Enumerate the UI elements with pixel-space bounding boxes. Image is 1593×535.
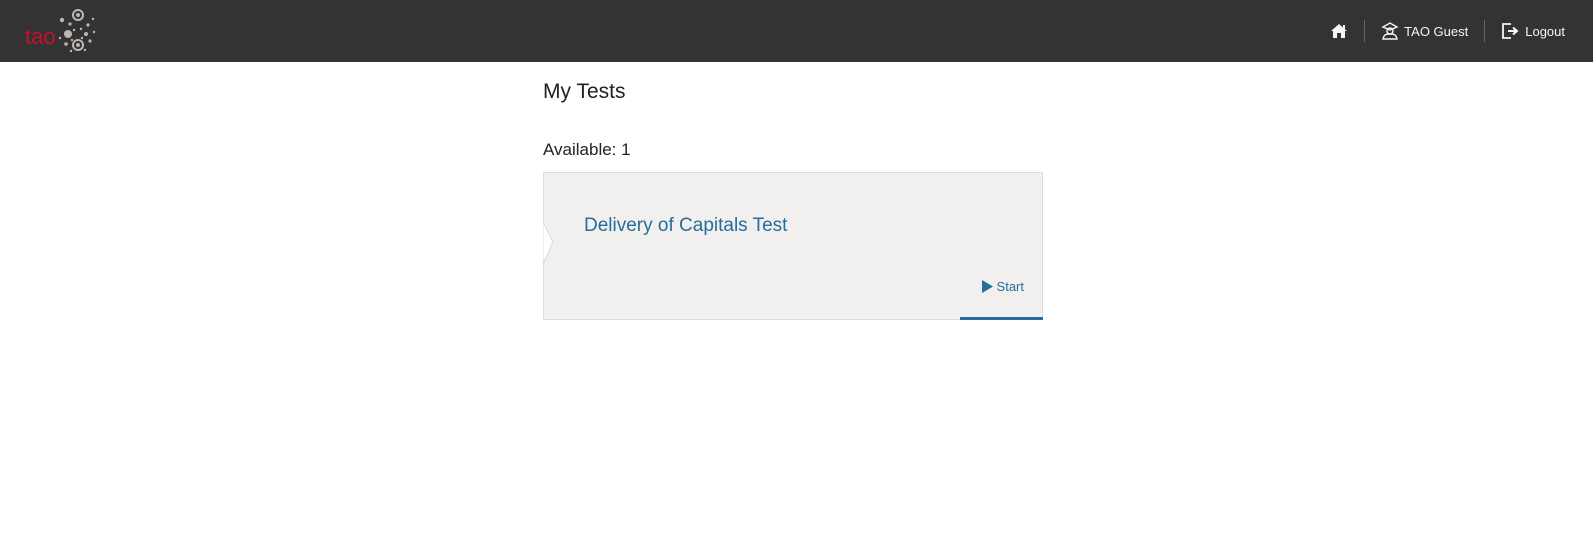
play-icon <box>981 280 993 293</box>
logout-button[interactable]: Logout <box>1501 22 1565 40</box>
logout-label: Logout <box>1525 23 1565 39</box>
user-menu[interactable]: TAO Guest <box>1381 22 1468 40</box>
start-button[interactable]: Start <box>981 279 1024 294</box>
user-icon <box>1381 22 1399 40</box>
tao-logo[interactable]: tao <box>24 6 100 56</box>
top-bar: tao TAO Guest Logout <box>0 0 1593 62</box>
page-title: My Tests <box>543 80 626 103</box>
header-nav: TAO Guest Logout <box>1330 0 1593 62</box>
card-notch <box>543 222 554 265</box>
home-icon <box>1331 24 1348 38</box>
nav-divider <box>1364 20 1366 42</box>
logout-icon <box>1502 23 1519 39</box>
available-count: Available: 1 <box>543 140 631 159</box>
user-name: TAO Guest <box>1404 23 1469 39</box>
nav-divider <box>1484 20 1486 42</box>
start-underline <box>960 317 1043 320</box>
test-title[interactable]: Delivery of Capitals Test <box>584 215 787 237</box>
test-card[interactable]: Delivery of Capitals Test Start <box>543 172 1043 320</box>
start-label: Start <box>996 279 1024 294</box>
home-button[interactable] <box>1330 23 1348 39</box>
logo-text: tao <box>25 24 56 49</box>
